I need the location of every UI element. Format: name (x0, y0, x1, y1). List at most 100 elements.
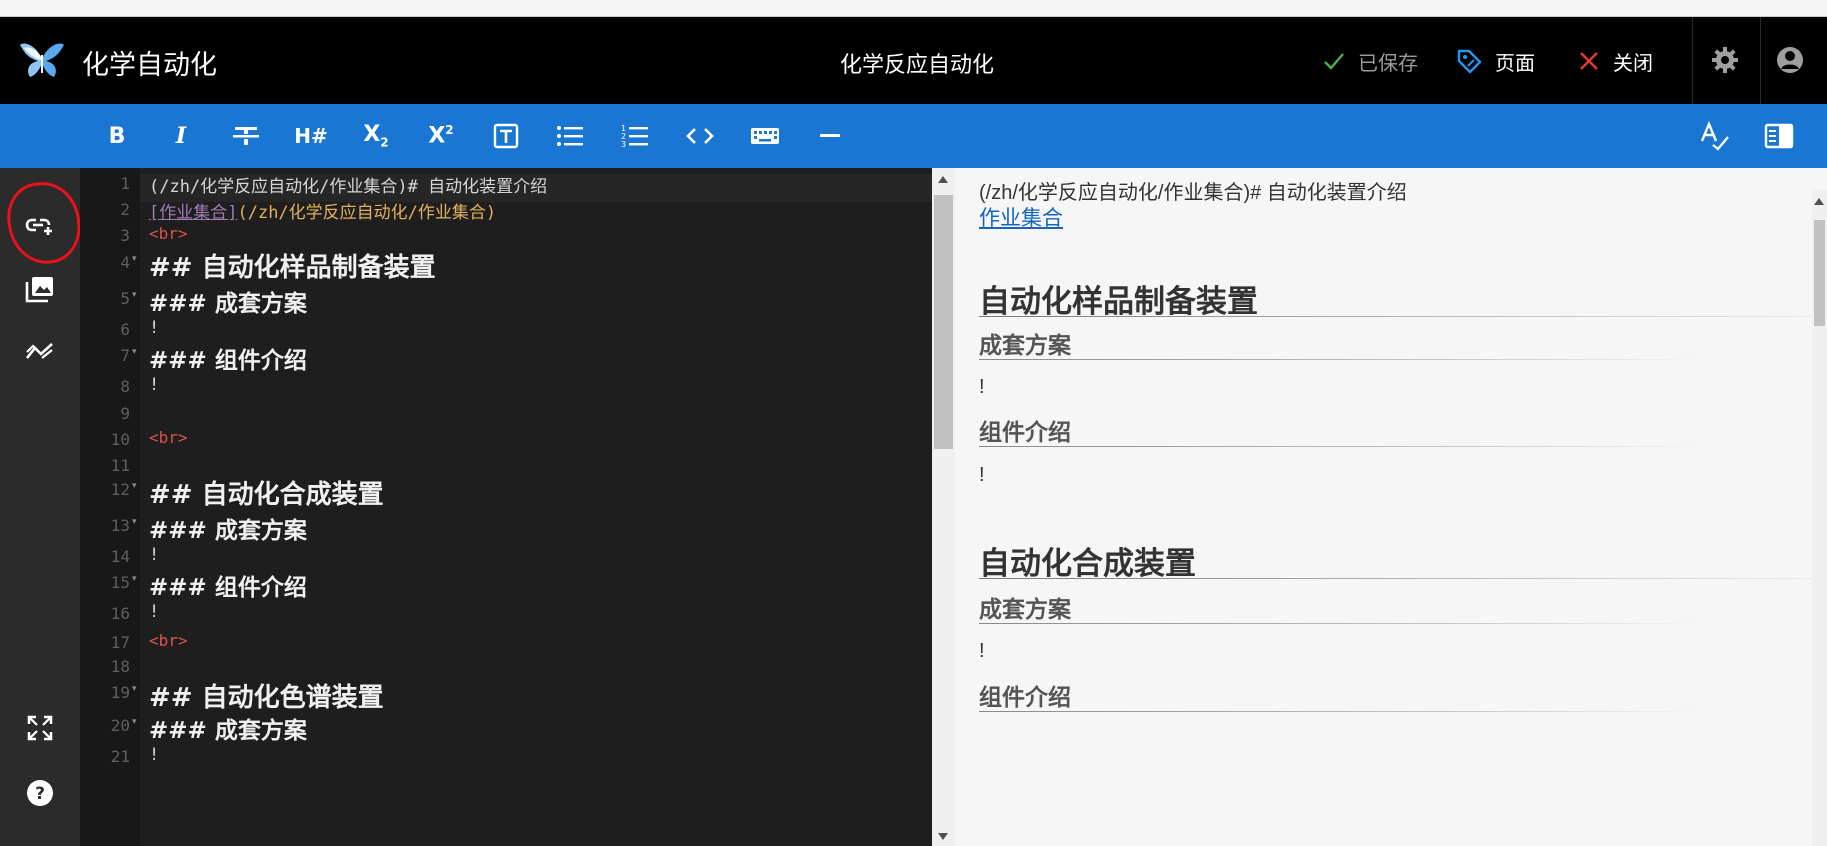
heading-icon: H# (294, 124, 328, 148)
editor-line[interactable]: 1 (/zh/化学反应自动化/作业集合)# 自动化装置介绍 (80, 168, 932, 197)
fold-toggle-icon[interactable]: ▾ (132, 347, 137, 357)
inline-code-button[interactable] (680, 116, 720, 156)
keyboard-icon (751, 128, 779, 144)
line-code: ### 成套方案 (149, 290, 307, 317)
insert-image-icon (25, 277, 53, 303)
line-number: 14 (110, 547, 130, 566)
editor-line[interactable]: 11 (80, 450, 932, 476)
checkmark-icon (1324, 53, 1344, 70)
scroll-up-arrow-icon[interactable] (1814, 198, 1824, 205)
line-code: ## 自动化合成装置 (149, 480, 384, 510)
toggle-preview-button[interactable] (1759, 116, 1799, 156)
app-title[interactable]: 化学自动化 (82, 43, 217, 82)
heading-button[interactable]: H# (291, 116, 331, 156)
preview-link[interactable]: 作业集合 (979, 202, 1063, 232)
editor-line[interactable]: 9 (80, 398, 932, 424)
editor-line[interactable]: 2 [作业集合](/zh/化学反应自动化/作业集合) (80, 194, 932, 223)
textbox-button[interactable] (486, 116, 526, 156)
preview-heading-3: 组件介绍 (979, 419, 1071, 445)
line-code: ! (149, 545, 160, 565)
spellcheck-button[interactable] (1695, 116, 1735, 156)
editor-line[interactable]: 21! (80, 741, 932, 767)
editor-line[interactable]: 4 ▾ ## 自动化样品制备装置 (80, 247, 932, 283)
close-icon (1580, 52, 1598, 70)
fold-toggle-icon[interactable]: ▾ (132, 574, 137, 584)
editor-line[interactable]: 13 ▾ ### 成套方案 (80, 510, 932, 544)
fullscreen-button[interactable] (20, 708, 60, 748)
scroll-down-arrow-icon[interactable] (938, 833, 948, 840)
editor-line[interactable]: 14! (80, 541, 932, 567)
heading-underline (979, 316, 1827, 317)
preview-heading-2: 自动化合成装置 (979, 546, 1196, 581)
app-header: 化学自动化 化学反应自动化 已保存 页面 关闭 (0, 17, 1827, 104)
editor-line[interactable]: 3 <br> (80, 220, 932, 246)
fold-toggle-icon[interactable]: ▾ (132, 517, 137, 527)
editor-line[interactable]: 8! (80, 371, 932, 397)
insert-image-button[interactable] (20, 269, 60, 309)
italic-button[interactable]: I (161, 116, 201, 156)
line-code: <br> (149, 224, 188, 243)
scrollbar-thumb[interactable] (934, 195, 953, 449)
line-number: 8 (120, 377, 130, 396)
fold-toggle-icon[interactable]: ▾ (132, 481, 137, 491)
line-code: ### 组件介绍 (149, 574, 307, 601)
subscript-button[interactable]: X2 (356, 116, 396, 156)
account-icon[interactable] (1773, 43, 1807, 77)
subscript-icon: X2 (363, 122, 389, 150)
fold-toggle-icon[interactable]: ▾ (132, 290, 137, 300)
close-editor-button[interactable]: 关闭 (1577, 41, 1653, 81)
bullet-list-icon (557, 126, 583, 146)
line-number: 11 (110, 456, 130, 475)
editor-line[interactable]: 16! (80, 598, 932, 624)
strikethrough-button[interactable] (226, 116, 266, 156)
insert-diagram-button[interactable] (20, 331, 60, 371)
line-code: ## 自动化样品制备装置 (149, 253, 436, 283)
editor-line[interactable]: 17 <br> (80, 627, 932, 653)
line-code: ### 成套方案 (149, 517, 307, 544)
editor-line[interactable]: 10 <br> (80, 424, 932, 450)
line-code: <br> (149, 428, 188, 447)
editor-line[interactable]: 12 ▾ ## 自动化合成装置 (80, 474, 932, 510)
bullet-list-button[interactable] (550, 116, 590, 156)
help-button[interactable]: ? (20, 773, 60, 813)
page-properties-button[interactable]: 页面 (1455, 41, 1535, 81)
line-number: 10 (110, 430, 130, 449)
scrollbar-thumb[interactable] (1814, 220, 1825, 326)
editor-line[interactable]: 7 ▾ ### 组件介绍 (80, 340, 932, 374)
italic-icon: I (175, 123, 187, 149)
fullscreen-icon (27, 715, 53, 741)
editor-line[interactable]: 19 ▾ ## 自动化色谱装置 (80, 677, 932, 713)
preview-scrollbar[interactable] (1812, 190, 1827, 846)
editor-line[interactable]: 5 ▾ ### 成套方案 (80, 283, 932, 317)
line-number: 2 (120, 200, 130, 219)
page-label: 页面 (1495, 50, 1535, 75)
line-number: 4 (120, 253, 130, 272)
preview-heading-3: 组件介绍 (979, 684, 1071, 710)
editor-side-rail: ? (0, 168, 80, 846)
keyboard-button[interactable] (745, 116, 785, 156)
fold-toggle-icon[interactable]: ▾ (132, 254, 137, 264)
editor-scrollbar[interactable] (932, 168, 955, 846)
heading-underline (979, 359, 1699, 360)
superscript-button[interactable]: X2 (421, 116, 461, 156)
line-number: 16 (110, 604, 130, 623)
editor-line[interactable]: 15 ▾ ### 组件介绍 (80, 567, 932, 601)
horizontal-rule-button[interactable] (810, 116, 850, 156)
markdown-editor[interactable]: 1 (/zh/化学反应自动化/作业集合)# 自动化装置介绍 2 [作业集合](/zh/… (80, 168, 932, 846)
tag-icon (1457, 49, 1482, 74)
numbered-list-button[interactable]: 1 2 3 (615, 116, 655, 156)
line-number: 13 (110, 516, 130, 535)
line-number: 3 (120, 226, 130, 245)
fold-toggle-icon[interactable]: ▾ (132, 684, 137, 694)
fold-toggle-icon[interactable]: ▾ (132, 717, 137, 727)
line-code: ## 自动化色谱装置 (149, 683, 384, 713)
bold-button[interactable]: B (97, 116, 137, 156)
scroll-up-arrow-icon[interactable] (938, 176, 948, 183)
strikethrough-icon (233, 127, 259, 145)
editor-line[interactable]: 6! (80, 314, 932, 340)
line-number: 5 (120, 289, 130, 308)
settings-gear-icon[interactable] (1708, 43, 1742, 77)
butterfly-logo-icon[interactable] (18, 39, 66, 81)
editor-line[interactable]: 20 ▾ ### 成套方案 (80, 710, 932, 744)
editor-line[interactable]: 18 (80, 651, 932, 677)
